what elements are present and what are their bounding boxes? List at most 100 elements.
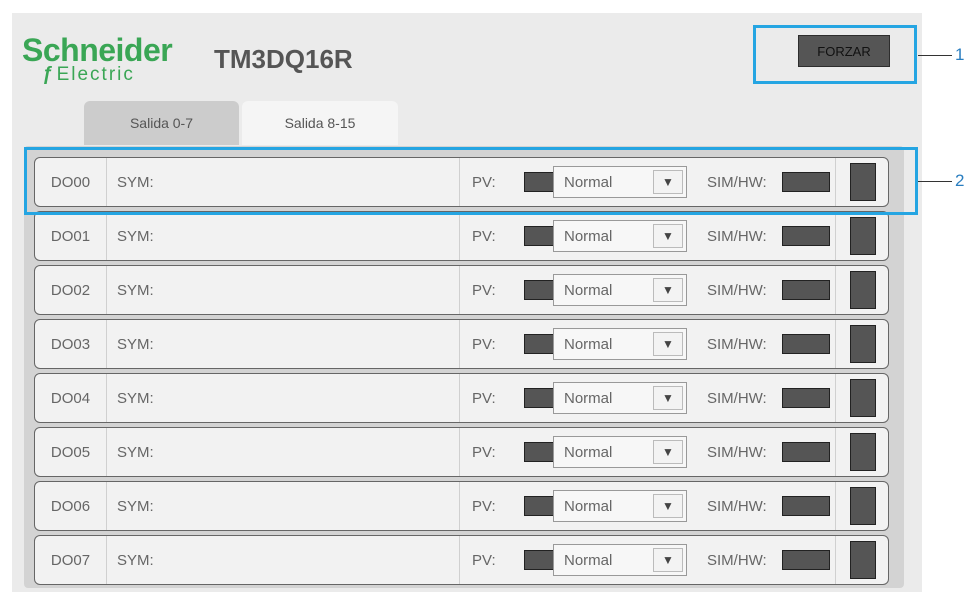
mode-select-value: Normal [564,227,613,245]
mode-select-value: Normal [564,443,613,461]
sim-hw-cell: SIM/HW: [707,482,837,530]
force-value-button[interactable] [850,487,876,525]
output-row: DO01 SYM: PV: Normal ▼ SIM/HW: [34,211,889,261]
force-value-button[interactable] [850,379,876,417]
callout-box-1 [753,25,917,84]
pv-label: PV: [472,551,496,569]
pv-label: PV: [472,443,496,461]
output-id: DO03 [35,320,107,368]
output-row: DO02 SYM: PV: Normal ▼ SIM/HW: [34,265,889,315]
mode-select[interactable]: Normal ▼ [553,274,687,306]
symbol-label: SYM: [107,374,460,422]
force-cell [835,536,890,584]
callout-number-2: 2 [955,171,965,190]
symbol-label: SYM: [107,212,460,260]
output-id: DO01 [35,212,107,260]
sim-hw-cell: SIM/HW: [707,266,837,314]
output-id: DO07 [35,536,107,584]
symbol-label: SYM: [107,536,460,584]
mode-cell: Normal ▼ [553,374,689,422]
sim-hw-indicator [782,334,830,354]
sim-hw-label: SIM/HW: [707,551,767,569]
chevron-down-icon[interactable]: ▼ [653,386,683,410]
mode-cell: Normal ▼ [553,212,689,260]
sim-hw-cell: SIM/HW: [707,536,837,584]
sim-hw-label: SIM/HW: [707,281,767,299]
mode-cell: Normal ▼ [553,482,689,530]
symbol-label: SYM: [107,266,460,314]
chevron-down-icon[interactable]: ▼ [653,332,683,356]
pv-label: PV: [472,335,496,353]
output-id: DO06 [35,482,107,530]
logo-name-bottom: Electric [56,64,135,85]
tab-salida-0-7[interactable]: Salida 0-7 [84,101,239,145]
mode-select[interactable]: Normal ▼ [553,490,687,522]
mode-cell: Normal ▼ [553,428,689,476]
sim-hw-indicator [782,442,830,462]
force-cell [835,320,890,368]
output-row: DO04 SYM: PV: Normal ▼ SIM/HW: [34,373,889,423]
pv-label: PV: [472,389,496,407]
mode-select[interactable]: Normal ▼ [553,382,687,414]
callout-number-1: 1 [955,45,965,64]
sim-hw-cell: SIM/HW: [707,428,837,476]
force-value-button[interactable] [850,433,876,471]
sim-hw-indicator [782,550,830,570]
sim-hw-cell: SIM/HW: [707,212,837,260]
symbol-label: SYM: [107,320,460,368]
mode-select[interactable]: Normal ▼ [553,220,687,252]
output-row: DO05 SYM: PV: Normal ▼ SIM/HW: [34,427,889,477]
sim-hw-label: SIM/HW: [707,227,767,245]
pv-label: PV: [472,227,496,245]
mode-select[interactable]: Normal ▼ [553,328,687,360]
callout-leader-1 [918,55,952,56]
mode-select[interactable]: Normal ▼ [553,436,687,468]
sim-hw-indicator [782,496,830,516]
symbol-label: SYM: [107,428,460,476]
force-value-button[interactable] [850,325,876,363]
sim-hw-indicator [782,388,830,408]
force-value-button[interactable] [850,271,876,309]
mode-select-value: Normal [564,281,613,299]
output-id: DO04 [35,374,107,422]
chevron-down-icon[interactable]: ▼ [653,494,683,518]
chevron-down-icon[interactable]: ▼ [653,548,683,572]
sim-hw-label: SIM/HW: [707,443,767,461]
output-id: DO05 [35,428,107,476]
output-id: DO02 [35,266,107,314]
mode-cell: Normal ▼ [553,320,689,368]
mode-select[interactable]: Normal ▼ [553,544,687,576]
mode-select-value: Normal [564,551,613,569]
mode-select-value: Normal [564,389,613,407]
force-value-button[interactable] [850,541,876,579]
pv-label: PV: [472,497,496,515]
schneider-electric-logo: Schneider ƒ Electric [22,32,173,85]
tab-salida-8-15[interactable]: Salida 8-15 [242,101,398,145]
logo-mark-icon: ƒ [42,64,55,85]
force-value-button[interactable] [850,217,876,255]
pv-label: PV: [472,281,496,299]
mode-select-value: Normal [564,497,613,515]
symbol-label: SYM: [107,482,460,530]
force-cell [835,374,890,422]
force-cell [835,428,890,476]
sim-hw-indicator [782,280,830,300]
sim-hw-label: SIM/HW: [707,335,767,353]
logo-name-top: Schneider [22,32,173,68]
mode-cell: Normal ▼ [553,536,689,584]
chevron-down-icon[interactable]: ▼ [653,440,683,464]
output-row: DO03 SYM: PV: Normal ▼ SIM/HW: [34,319,889,369]
sim-hw-indicator [782,226,830,246]
output-row: DO07 SYM: PV: Normal ▼ SIM/HW: [34,535,889,585]
force-cell [835,212,890,260]
mode-select-value: Normal [564,335,613,353]
sim-hw-cell: SIM/HW: [707,320,837,368]
chevron-down-icon[interactable]: ▼ [653,278,683,302]
sim-hw-cell: SIM/HW: [707,374,837,422]
module-model-title: TM3DQ16R [214,44,353,74]
sim-hw-label: SIM/HW: [707,389,767,407]
callout-box-2 [24,147,918,215]
force-cell [835,266,890,314]
sim-hw-label: SIM/HW: [707,497,767,515]
chevron-down-icon[interactable]: ▼ [653,224,683,248]
